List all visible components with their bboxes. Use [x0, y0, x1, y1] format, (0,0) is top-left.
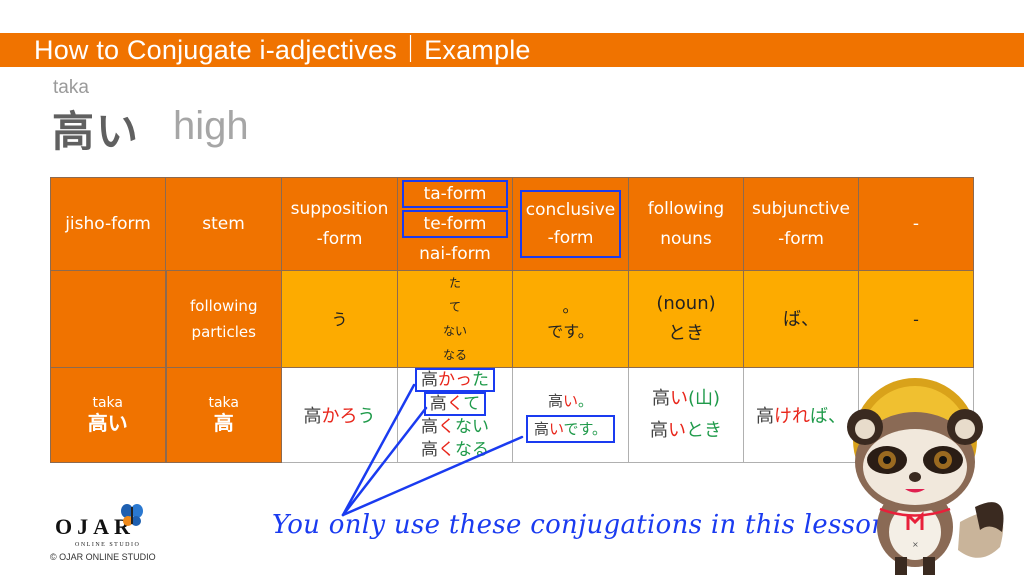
- header-jisho-form: jisho-form: [50, 177, 166, 271]
- header-following-nouns: following nouns: [628, 177, 744, 271]
- example-row: taka 高い taka 高 高かろう 高かった 高くて 高くない 高くなる 高…: [50, 367, 974, 463]
- header-row: jisho-form stem supposition -form ta-for…: [50, 177, 974, 271]
- header-stem: stem: [165, 177, 282, 271]
- word-kanji: 高い: [52, 107, 141, 156]
- highlight-takakute: 高くて: [423, 392, 487, 416]
- example-ta-te-nai: 高かった 高くて 高くない 高くなる: [397, 367, 513, 463]
- logo-sub: ONLINE STUDIO: [75, 542, 141, 548]
- highlight-conclusive-form: conclusive -form: [519, 190, 622, 258]
- butterfly-icon: [121, 504, 143, 526]
- particles-last: -: [858, 270, 974, 368]
- title-banner: How to Conjugate i-adjectives｜Example: [0, 33, 1024, 67]
- particles-jisho-empty: [50, 270, 167, 368]
- example-jisho-form: taka 高い: [50, 367, 167, 463]
- lesson-note: You only use these conjugations in this …: [272, 510, 897, 540]
- word-ruby: taka: [53, 77, 89, 98]
- particles-supposition: う: [281, 270, 398, 368]
- particles-conclusive: 。 です。: [512, 270, 629, 368]
- svg-text:×: ×: [912, 540, 919, 549]
- particles-row: following particles う た て ない なる 。 です。 (n…: [50, 270, 974, 368]
- header-last: -: [858, 177, 974, 271]
- header-conclusive-form: conclusive -form: [512, 177, 629, 271]
- particles-label: following particles: [165, 270, 282, 368]
- tanuki-mascot-icon: ×: [847, 378, 1004, 575]
- highlight-takaidesu: 高いです。: [525, 415, 616, 443]
- header-ta-te-nai-form: ta-form te-form nai-form: [397, 177, 513, 271]
- particles-nouns: (noun) とき: [628, 270, 744, 368]
- example-nouns: 高い(山) 高いとき: [628, 367, 744, 463]
- word-meaning: high: [173, 104, 249, 148]
- highlight-takakatta: 高かった: [415, 368, 495, 392]
- particles-ta-te-nai: た て ない なる: [397, 270, 513, 368]
- copyright: © OJAR ONLINE STUDIO: [50, 552, 156, 562]
- header-supposition-form: supposition -form: [281, 177, 398, 271]
- example-supposition: 高かろう: [281, 367, 398, 463]
- page-title: How to Conjugate i-adjectives｜Example: [34, 35, 531, 65]
- highlight-te-form: te-form: [402, 210, 508, 238]
- conjugation-table: jisho-form stem supposition -form ta-for…: [50, 177, 974, 463]
- highlight-ta-form: ta-form: [402, 180, 508, 208]
- example-stem: taka 高: [165, 367, 282, 463]
- particles-subjunctive: ば、: [743, 270, 859, 368]
- header-subjunctive-form: subjunctive -form: [743, 177, 859, 271]
- example-conclusive: 高い。 高いです。: [512, 367, 629, 463]
